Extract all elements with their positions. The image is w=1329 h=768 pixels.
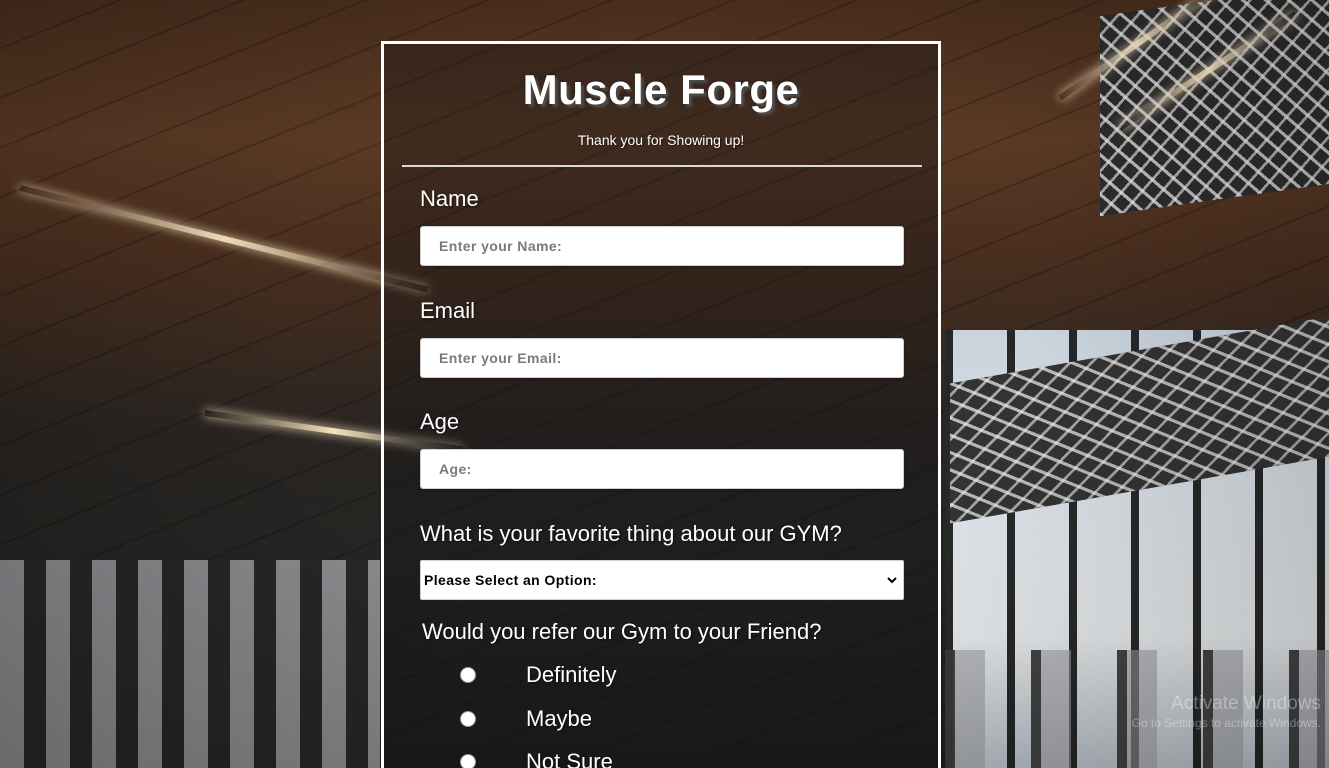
ceiling-lattice-decor bbox=[1100, 0, 1329, 217]
survey-form: Muscle Forge Thank you for Showing up! N… bbox=[381, 41, 941, 768]
refer-option-label: Definitely bbox=[526, 662, 617, 687]
header-divider bbox=[402, 165, 922, 167]
page-subtitle: Thank you for Showing up! bbox=[577, 132, 745, 148]
watermark-title: Activate Windows bbox=[1171, 692, 1321, 714]
age-input[interactable] bbox=[420, 449, 904, 489]
name-input[interactable] bbox=[420, 226, 904, 266]
favorite-dropdown[interactable]: Please Select an Option: bbox=[420, 560, 904, 600]
email-input[interactable] bbox=[420, 338, 904, 378]
refer-option-label: Not Sure bbox=[526, 749, 613, 768]
age-label: Age bbox=[420, 409, 460, 434]
favorite-dropdown-value: Please Select an Option: bbox=[424, 572, 597, 588]
refer-option-definitely[interactable]: Definitely bbox=[460, 660, 616, 690]
refer-option-maybe[interactable]: Maybe bbox=[460, 704, 592, 734]
radio-button[interactable] bbox=[460, 711, 476, 727]
chevron-down-icon bbox=[885, 573, 899, 587]
watermark-subtitle: Go to Settings to activate Windows. bbox=[1131, 715, 1321, 730]
refer-option-label: Maybe bbox=[526, 706, 593, 731]
refer-option-not-sure[interactable]: Not Sure bbox=[460, 747, 613, 768]
name-label: Name bbox=[420, 186, 479, 211]
ceiling-light-4 bbox=[1118, 11, 1298, 131]
gym-equipment-decor-left bbox=[0, 560, 380, 768]
radio-button[interactable] bbox=[460, 754, 476, 768]
ceiling-lattice-decor-2 bbox=[950, 316, 1329, 524]
radio-button[interactable] bbox=[460, 667, 476, 683]
page-title: Muscle Forge bbox=[522, 66, 800, 113]
refer-question-label: Would you refer our Gym to your Friend? bbox=[422, 619, 822, 644]
ceiling-light-3 bbox=[1058, 0, 1218, 101]
ceiling-light-1 bbox=[19, 185, 429, 293]
favorite-question-label: What is your favorite thing about our GY… bbox=[420, 521, 842, 546]
windows-activation-watermark: Activate Windows Go to Settings to activ… bbox=[1132, 693, 1321, 730]
email-label: Email bbox=[420, 298, 476, 323]
